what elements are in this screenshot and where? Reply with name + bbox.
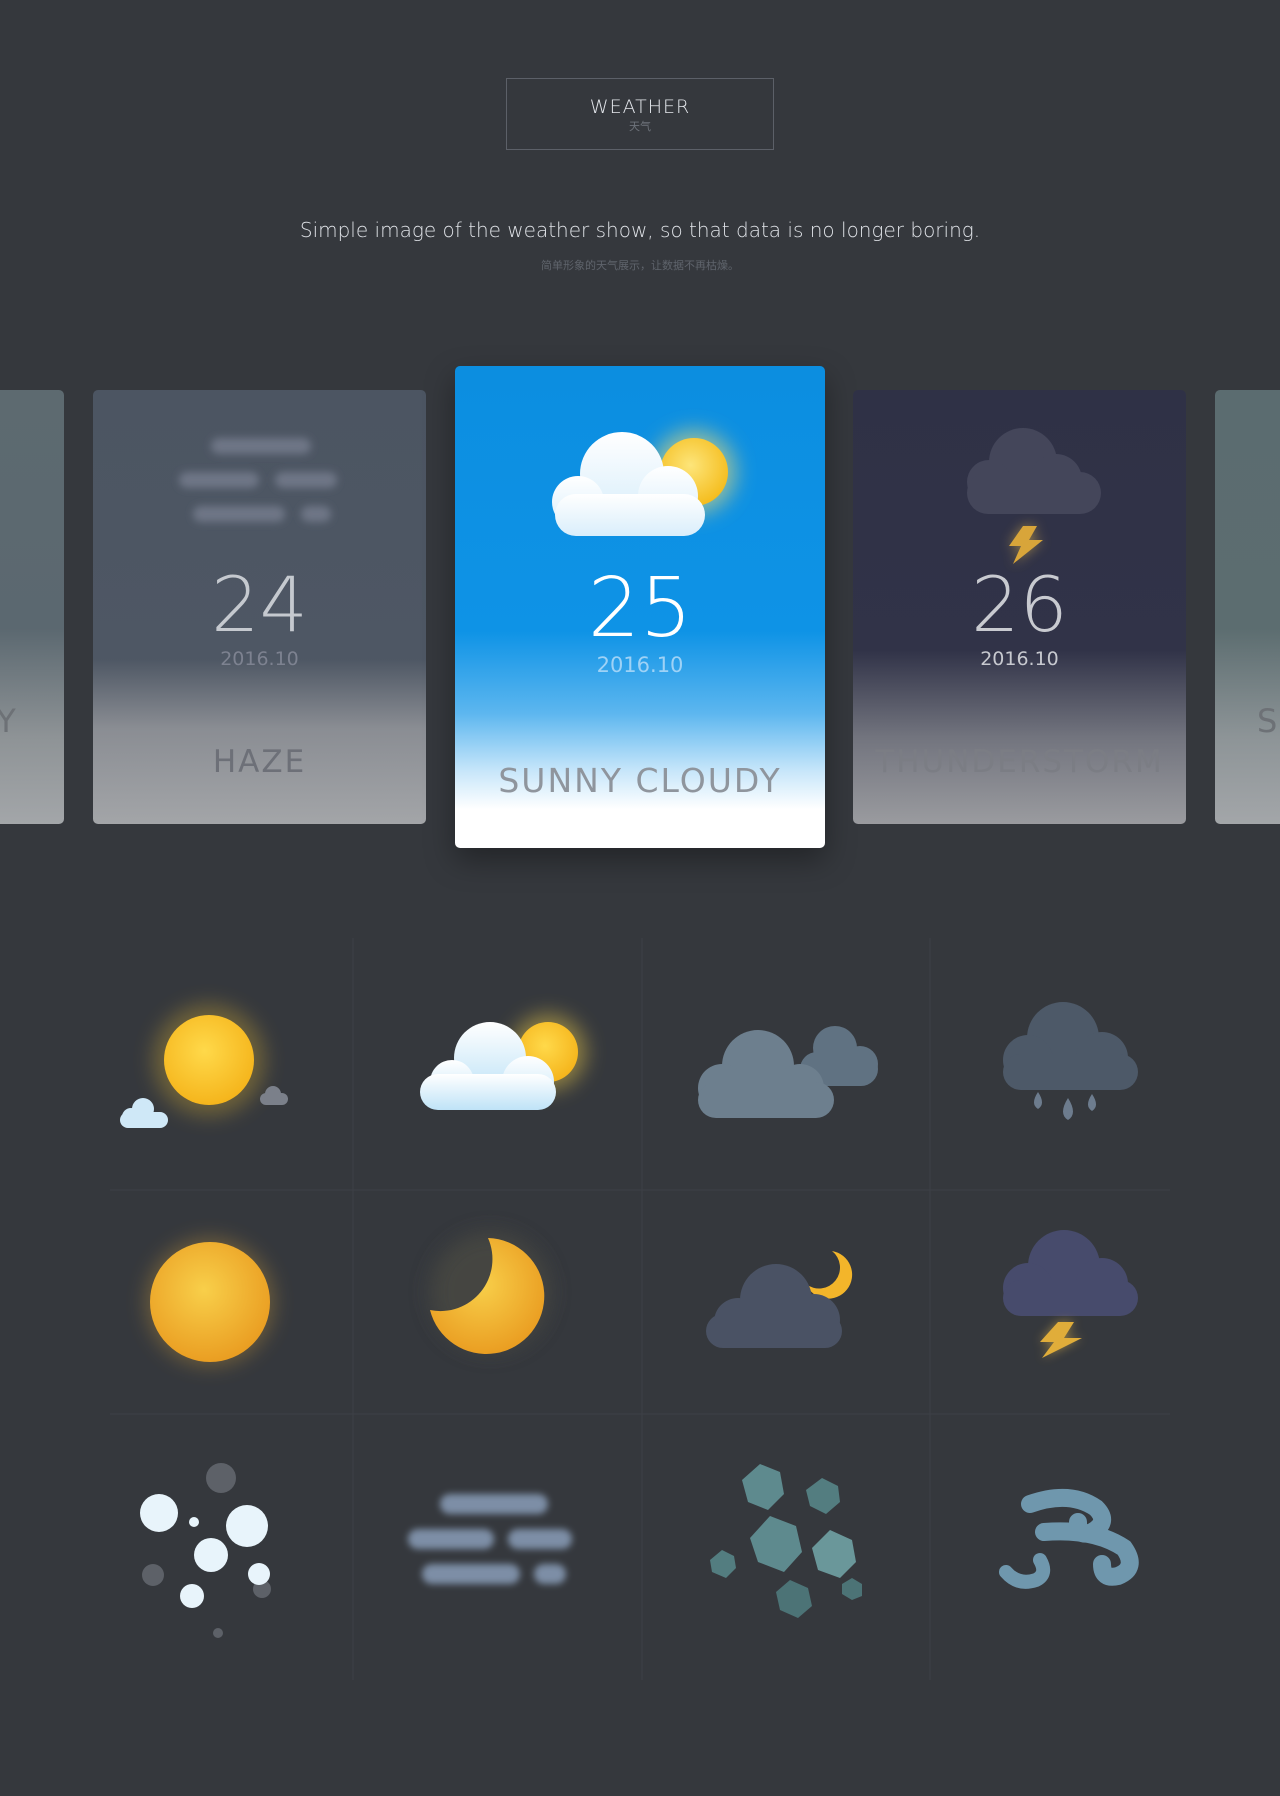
haze-icon [408,1494,572,1584]
wind-icon [999,1488,1139,1589]
sun-icon [146,1238,274,1366]
hail-icon [140,1463,271,1638]
cloudy-icon [698,1026,878,1118]
rain-icon [1003,1002,1138,1120]
cloudy-night-icon [706,1251,853,1348]
sleet-icon [710,1464,862,1618]
sunny-icon [120,1004,288,1128]
icon-grid [120,1002,1139,1638]
sunny-cloudy-icon [420,1014,586,1110]
moon-icon [430,1232,550,1354]
thunderstorm-icon [1003,1230,1138,1358]
